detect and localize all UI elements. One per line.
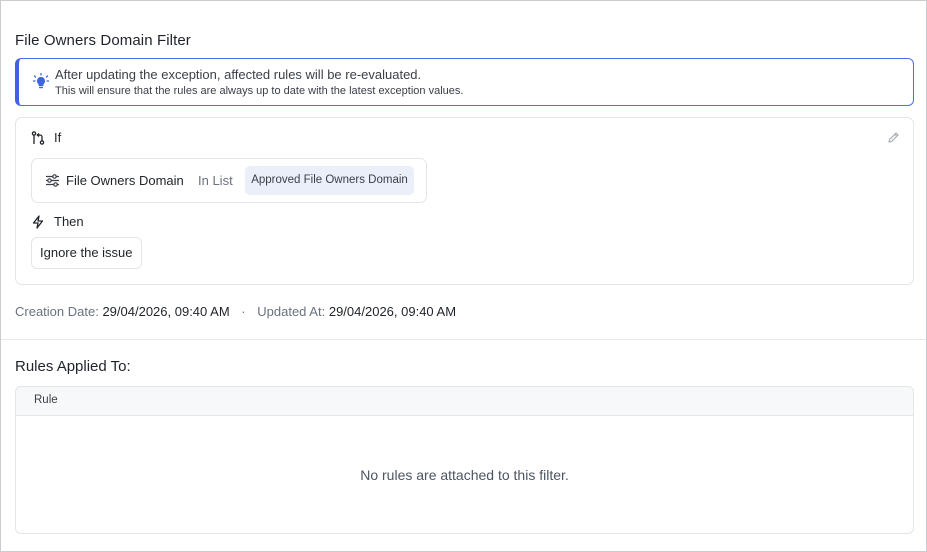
condition-field: File Owners Domain xyxy=(66,173,184,188)
lightbulb-icon xyxy=(32,72,50,89)
branch-icon xyxy=(31,130,45,145)
timestamps: Creation Date: 29/04/2026, 09:40 AM · Up… xyxy=(15,304,456,319)
page-title: File Owners Domain Filter xyxy=(15,32,191,49)
condition-row[interactable]: File Owners Domain In List Approved File… xyxy=(31,158,427,203)
creation-date-value: 29/04/2026, 09:40 AM xyxy=(102,304,230,319)
creation-date-label: Creation Date: xyxy=(15,304,99,319)
then-header: Then xyxy=(31,214,84,229)
if-label: If xyxy=(54,130,62,145)
meta-separator: · xyxy=(241,304,246,319)
rules-table: Rule No rules are attached to this filte… xyxy=(15,386,914,534)
condition-operator: In List xyxy=(198,173,233,188)
info-message: After updating the exception, affected r… xyxy=(55,67,422,82)
section-divider xyxy=(1,339,926,340)
lightning-icon xyxy=(32,214,44,229)
pencil-icon[interactable] xyxy=(887,131,900,144)
column-header-rule[interactable]: Rule xyxy=(34,394,58,406)
updated-at-value: 29/04/2026, 09:40 AM xyxy=(328,304,457,319)
info-banner: After updating the exception, affected r… xyxy=(15,58,914,106)
table-header: Rule xyxy=(16,387,913,416)
empty-state-message: No rules are attached to this filter. xyxy=(360,467,569,483)
if-header: If xyxy=(31,130,61,145)
then-label: Then xyxy=(54,214,84,229)
action-chip: Ignore the issue xyxy=(31,237,142,269)
rules-applied-title: Rules Applied To: xyxy=(15,358,131,375)
filter-details-panel: File Owners Domain Filter After updating… xyxy=(0,0,927,552)
rule-logic-card: If File Owners Domain In List Approved F… xyxy=(15,117,914,285)
updated-at-label: Updated At: xyxy=(257,304,326,319)
sliders-icon xyxy=(45,174,60,187)
info-detail: This will ensure that the rules are alwa… xyxy=(55,85,464,97)
condition-value-chip: Approved File Owners Domain xyxy=(245,166,414,195)
